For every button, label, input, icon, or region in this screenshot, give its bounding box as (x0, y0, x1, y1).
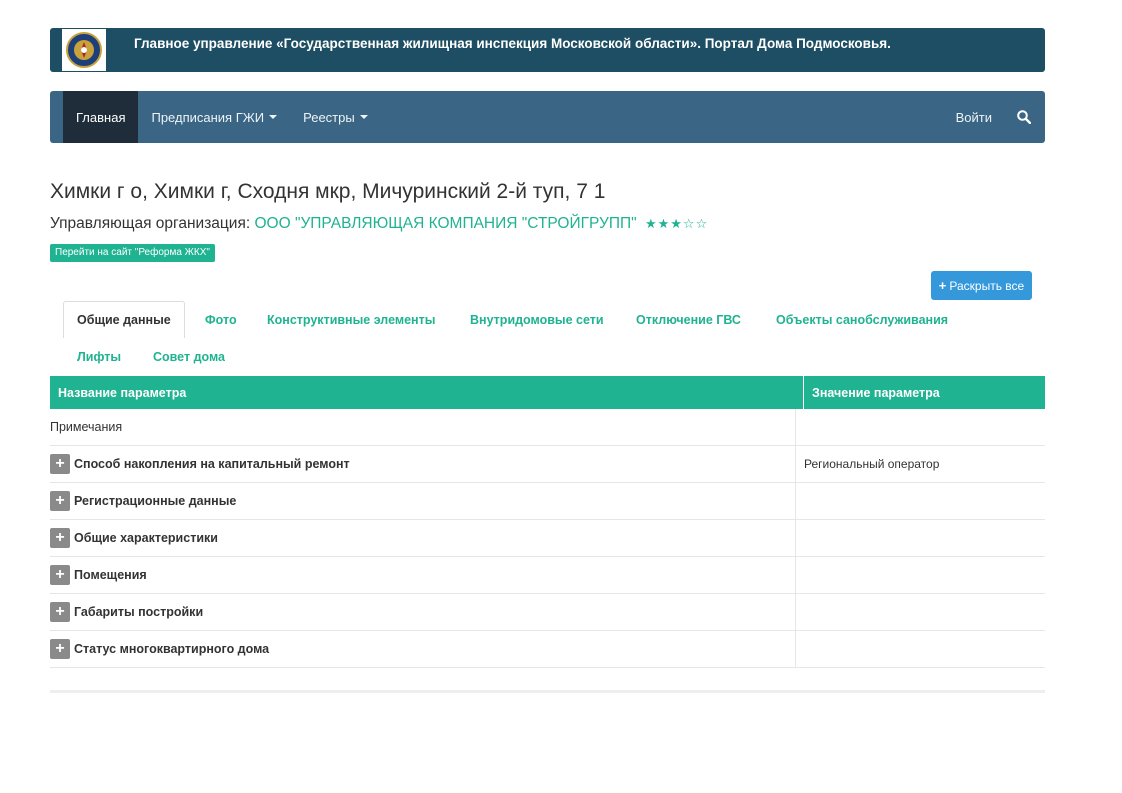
param-group-name: Помещения (74, 568, 147, 582)
main-navbar: Главная Предписания ГЖИ Реестры Войти (50, 91, 1045, 143)
param-value-cell (796, 594, 1045, 630)
param-value-cell (796, 520, 1045, 556)
coat-of-arms-icon (66, 32, 102, 68)
expand-plus-icon[interactable]: + (50, 528, 70, 548)
expand-plus-icon[interactable]: + (50, 565, 70, 585)
nav-home-label: Главная (76, 109, 126, 125)
search-icon (1017, 110, 1031, 124)
plus-icon: + (938, 278, 947, 293)
col-header-name: Название параметра (50, 376, 804, 409)
table-row[interactable]: + Регистрационные данные (50, 483, 1045, 520)
table-row-notes: Примечания (50, 409, 1045, 446)
tab-elevators[interactable]: Лифты (77, 350, 121, 364)
param-group-name: Регистрационные данные (74, 494, 237, 508)
nav-prescriptions-label: Предписания ГЖИ (151, 109, 265, 125)
tab-sanitary[interactable]: Объекты санобслуживания (776, 313, 948, 327)
notes-cell: Примечания (50, 409, 796, 445)
table-row[interactable]: + Способ накопления на капитальный ремон… (50, 446, 1045, 483)
param-name-cell: + Общие характеристики (50, 520, 796, 556)
expand-all-label: Раскрыть все (949, 278, 1025, 293)
rating-stars: ★★★☆☆ (644, 216, 709, 231)
param-name-cell: + Способ накопления на капитальный ремон… (50, 446, 796, 482)
expand-all-button[interactable]: + Раскрыть все (931, 271, 1032, 300)
notes-value-cell (796, 409, 1045, 445)
expand-plus-icon[interactable]: + (50, 602, 70, 622)
expand-plus-icon[interactable]: + (50, 491, 70, 511)
param-value-cell: Региональный оператор (804, 457, 940, 471)
param-group-name: Габариты постройки (74, 605, 204, 619)
expand-plus-icon[interactable]: + (50, 639, 70, 659)
nav-registries-label: Реестры (303, 109, 355, 125)
param-value-cell (796, 631, 1045, 667)
emblem-logo[interactable] (62, 29, 106, 71)
house-address: Химки г о, Химки г, Сходня мкр, Мичуринс… (50, 180, 606, 203)
param-name-cell: + Габариты постройки (50, 594, 796, 630)
tab-structural[interactable]: Конструктивные элементы (267, 313, 435, 327)
tab-bar: Общие данные Фото Конструктивные элемент… (50, 301, 1045, 376)
footer-divider (50, 690, 1045, 693)
table-row[interactable]: + Общие характеристики (50, 520, 1045, 557)
tab-networks[interactable]: Внутридомовые сети (470, 313, 604, 327)
portal-title: Главное управление «Государственная жили… (134, 35, 891, 51)
tab-general[interactable]: Общие данные (63, 301, 185, 338)
tab-photo[interactable]: Фото (205, 313, 237, 327)
nav-login-label: Войти (955, 109, 992, 125)
param-name-cell: + Регистрационные данные (50, 483, 796, 519)
param-group-name: Общие характеристики (74, 531, 218, 545)
expand-plus-icon[interactable]: + (50, 454, 70, 474)
management-org-line: Управляющая организация: ООО "УПРАВЛЯЮЩА… (50, 215, 1045, 233)
tab-hot-water-off[interactable]: Отключение ГВС (636, 313, 741, 327)
param-value-cell (796, 483, 1045, 519)
table-row[interactable]: + Статус многоквартирного дома (50, 631, 1045, 668)
param-name-cell: + Помещения (50, 557, 796, 593)
table-row[interactable]: + Помещения (50, 557, 1045, 594)
caret-down-icon (269, 115, 278, 119)
col-header-value: Значение параметра (812, 385, 940, 400)
param-group-name: Статус многоквартирного дома (74, 642, 270, 656)
nav-login[interactable]: Войти (943, 91, 1005, 143)
org-label: Управляющая организация: (50, 215, 251, 232)
param-name-cell: + Статус многоквартирного дома (50, 631, 796, 667)
nav-home[interactable]: Главная (63, 91, 139, 143)
table-header: Название параметра Значение параметра (50, 376, 1045, 409)
table-row[interactable]: + Габариты постройки (50, 594, 1045, 631)
param-value-cell (796, 557, 1045, 593)
nav-prescriptions-dropdown[interactable]: Предписания ГЖИ (138, 91, 290, 143)
org-name-link[interactable]: ООО "УПРАВЛЯЮЩАЯ КОМПАНИЯ "СТРОЙГРУПП" (254, 215, 636, 232)
nav-search-button[interactable] (1005, 91, 1045, 143)
reform-zhkh-button[interactable]: Перейти на сайт "Реформа ЖКХ" (50, 244, 215, 262)
param-group-name: Способ накопления на капитальный ремонт (74, 457, 350, 471)
parameters-table: Название параметра Значение параметра Пр… (50, 376, 1045, 668)
tab-house-council[interactable]: Совет дома (153, 350, 225, 364)
caret-down-icon (359, 115, 368, 119)
top-banner: Главное управление «Государственная жили… (50, 28, 1045, 72)
nav-registries-dropdown[interactable]: Реестры (290, 91, 381, 143)
